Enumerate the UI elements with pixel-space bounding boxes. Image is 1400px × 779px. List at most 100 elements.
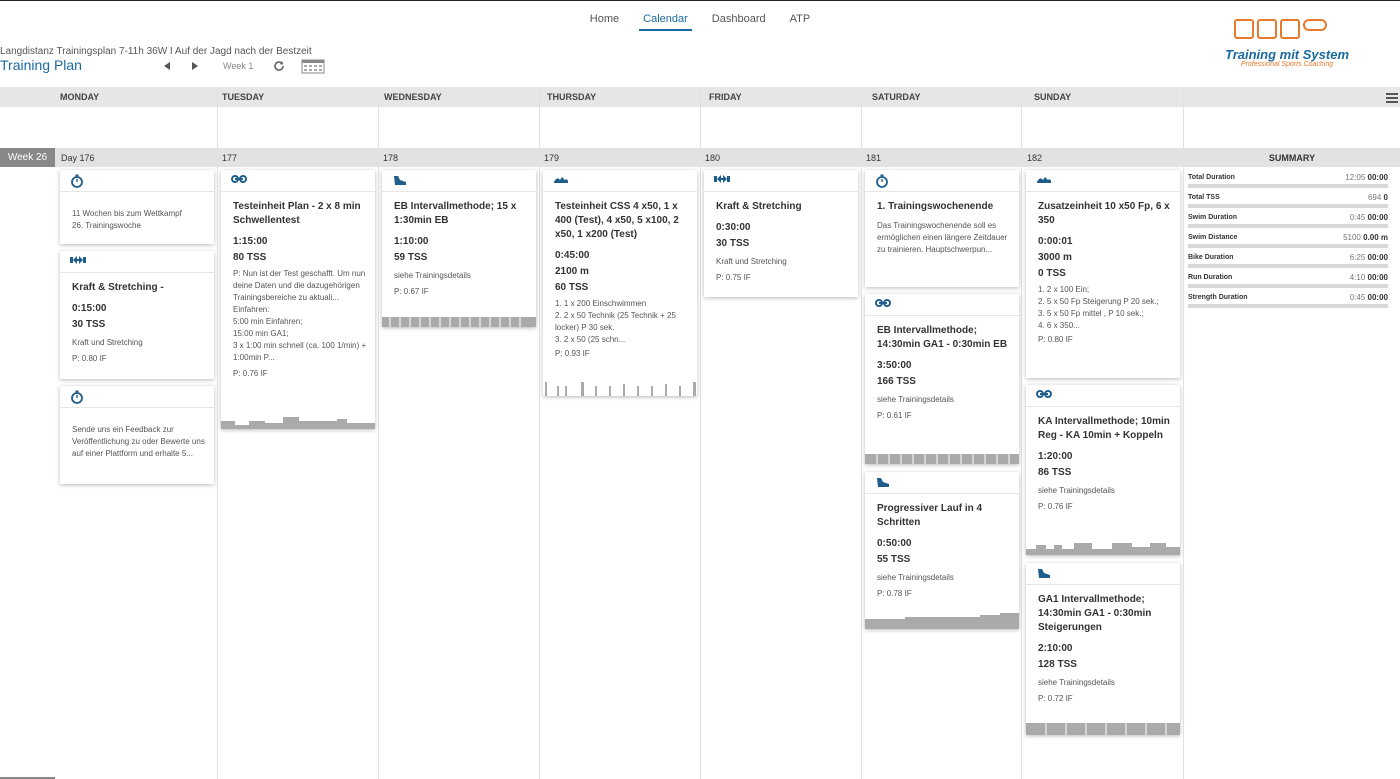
week-controls: Week 1 [163,58,325,74]
intensity-graph [1026,721,1180,735]
workout-distance: 2100 m [555,266,589,277]
workout-card[interactable]: Progressiver Lauf in 4 Schritten 0:50:00… [865,472,1019,629]
workout-description: P: Nun ist der Test geschafft. Um nun de… [233,269,367,362]
workout-tss: 30 TSS [716,238,750,249]
workout-description: siehe Trainingsdetails [1038,486,1115,495]
workout-title: Progressiver Lauf in 4 Schritten [877,503,983,528]
workout-card[interactable]: Zusatzeinheit 10 x50 Fp, 6 x 350 0:00:01… [1026,170,1180,378]
day-header-tuesday: TUESDAY [222,92,265,102]
summary-row: Swim Distance 5100 0.00 m [1188,231,1388,251]
week-number-label: Week 26 [0,148,55,167]
day-number: 181 [866,153,882,163]
workout-title: Testeinheit CSS 4 x50, 1 x 400 (Test), 4… [555,201,679,240]
workout-title: Kraft & Stretching - [72,282,164,293]
summary-value-bold: 00:00 [1367,253,1388,262]
summary-value: 4:10 [1349,273,1366,282]
nav-calendar[interactable]: Calendar [639,13,692,31]
stopwatch-icon [70,174,84,188]
brand-logo[interactable]: Training mit System Professional Sports … [1212,17,1362,71]
nav-atp[interactable]: ATP [786,13,815,31]
summary-label: Bike Duration [1188,254,1234,261]
workout-tss: 86 TSS [1038,467,1072,478]
bike-icon [1036,389,1052,399]
day-number: Day 176 [61,153,95,163]
summary-value-bold: 0 [1383,193,1388,202]
day-header-friday: FRIDAY [709,92,742,102]
workout-title: KA Intervallmethode; 10min Reg - KA 10mi… [1038,416,1170,441]
day-header-sunday: SUNDAY [1034,92,1072,102]
hamburger-menu-icon[interactable] [1386,93,1398,105]
workout-card[interactable]: Kraft & Stretching - 0:15:00 30 TSS Kraf… [60,251,214,379]
summary-value: 6:25 [1349,253,1366,262]
summary-value: 0:45 [1349,213,1366,222]
intensity-graph [545,382,696,396]
workout-tss: 55 TSS [877,554,911,565]
workout-duration: 1:15:00 [233,236,268,247]
day-number: 180 [705,153,721,163]
workout-duration: 2:10:00 [1038,643,1073,654]
summary-row: Strength Duration 0:45 00:00 [1188,291,1388,311]
intensity-graph [1026,543,1180,555]
note-text: Das Trainingswochenende soll es ermöglic… [877,221,1008,254]
run-icon [392,174,408,186]
summary-label: Swim Distance [1188,234,1238,241]
calendar-icon [301,59,325,74]
workout-if: P: 0.76 IF [1038,502,1073,511]
day-note-card[interactable]: 1. Trainingswochenende Das Trainingswoch… [865,170,1019,287]
week-label: Week 1 [223,61,254,71]
workout-card[interactable]: Testeinheit Plan - 2 x 8 min Schwellente… [221,170,375,429]
col-divider [700,87,701,779]
nav-home[interactable]: Home [586,13,623,31]
workout-card[interactable]: KA Intervallmethode; 10min Reg - KA 10mi… [1026,385,1180,555]
summary-value-bold: 00:00 [1367,273,1388,282]
workout-description: 1. 1 x 200 Einschwimmen 2. 2 x 50 Techni… [555,299,676,344]
plan-subtitle: Langdistanz Trainingsplan 7-11h 36W I Au… [0,46,312,57]
summary-row: Total Duration 12:05 00:00 [1188,171,1388,191]
workout-description: siehe Trainingsdetails [394,271,471,280]
summary-value-bold: 0.00 m [1363,233,1388,242]
workout-if: P: 0.93 IF [555,349,590,358]
day-header-saturday: SATURDAY [872,92,921,102]
day-header-monday: MONDAY [60,92,100,102]
caret-left-icon [164,62,170,70]
day-note-card[interactable]: Sende uns ein Feedback zur Veröffentlich… [60,386,214,484]
day-header-thursday: THURSDAY [547,92,597,102]
summary-value: 12:05 [1345,173,1366,182]
workout-title: EB Intervallmethode; 14:30min GA1 - 0:30… [877,325,1008,350]
workout-card[interactable]: Kraft & Stretching 0:30:00 30 TSS Kraft … [704,170,858,297]
workout-duration: 0:50:00 [877,538,912,549]
bike-icon [875,298,891,308]
strength-icon [714,174,730,184]
day-number: 178 [383,153,399,163]
next-week-button[interactable] [191,61,205,71]
workout-tss: 30 TSS [72,319,106,330]
workout-title: Testeinheit Plan - 2 x 8 min Schwellente… [233,201,361,226]
summary-row: Total TSS 694 0 [1188,191,1388,211]
workout-card[interactable]: EB Intervallmethode; 15 x 1:30min EB 1:1… [382,170,536,327]
workout-tss: 60 TSS [555,282,589,293]
workout-title: EB Intervallmethode; 15 x 1:30min EB [394,201,517,226]
workout-card[interactable]: GA1 Intervallmethode; 14:30min GA1 - 0:3… [1026,563,1180,735]
workout-title: Kraft & Stretching [716,201,802,212]
workout-tss: 80 TSS [233,252,267,263]
workout-card[interactable]: Testeinheit CSS 4 x50, 1 x 400 (Test), 4… [543,170,697,396]
workout-if: P: 0.76 IF [233,369,268,378]
caret-right-icon [192,62,198,70]
workout-duration: 1:10:00 [394,236,429,247]
workout-duration: 1:20:00 [1038,451,1073,462]
workout-duration: 0:00:01 [1038,236,1073,247]
summary-row: Run Duration 4:10 00:00 [1188,271,1388,291]
summary-label: Swim Duration [1188,214,1238,221]
col-divider [539,87,540,779]
workout-card[interactable]: EB Intervallmethode; 14:30min GA1 - 0:30… [865,294,1019,464]
summary-value: 5100 [1343,233,1361,242]
prev-week-button[interactable] [163,61,177,71]
calendar-picker-button[interactable] [301,58,325,74]
nav-dashboard[interactable]: Dashboard [708,13,770,31]
workout-if: P: 0.80 IF [72,354,107,363]
summary-label: Strength Duration [1188,294,1248,301]
day-number: 182 [1027,153,1043,163]
day-note-card[interactable]: 11 Wochen bis zum Wettkampf 26. Training… [60,170,214,244]
note-text: Sende uns ein Feedback zur Veröffentlich… [72,425,205,458]
refresh-button[interactable] [273,60,285,72]
